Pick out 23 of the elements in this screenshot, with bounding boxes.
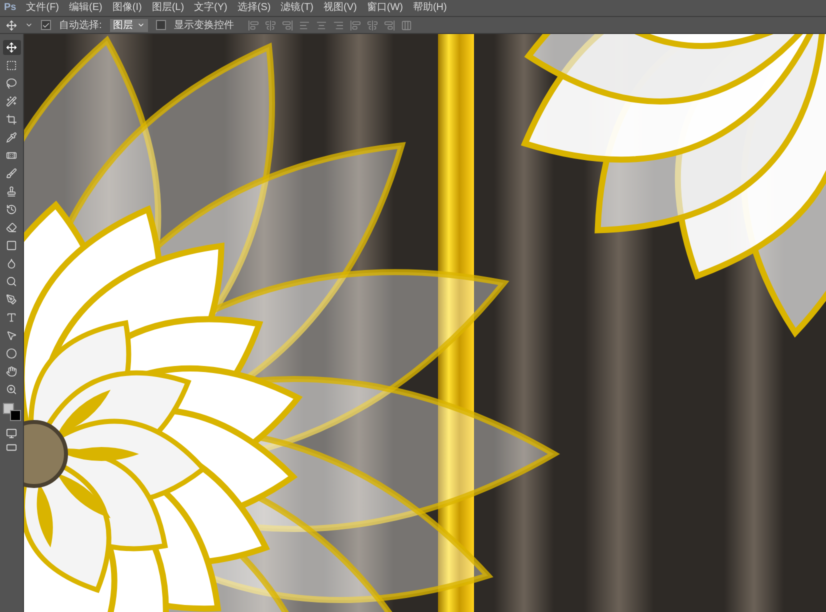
target-dropdown[interactable]: 图层 [110, 18, 148, 32]
auto-select-checkbox[interactable] [41, 20, 51, 30]
menu-item[interactable]: 视图(V) [324, 3, 357, 13]
menu-item[interactable]: 编辑(E) [69, 3, 102, 13]
caret-icon[interactable] [25, 21, 33, 29]
menu-item[interactable]: 图像(I) [112, 3, 142, 13]
menu-item[interactable]: 选择(S) [237, 3, 271, 13]
auto-select-label: 自动选择: [59, 18, 102, 32]
move-tool-icon[interactable] [6, 20, 17, 30]
screen-mode-icon[interactable] [6, 428, 17, 439]
menu-item[interactable]: 图层(L) [152, 3, 184, 13]
app-logo: Ps [4, 3, 16, 13]
color-swatches-icon[interactable] [2, 403, 20, 421]
move-tool-icon[interactable] [2, 40, 20, 55]
quick-mask-icon[interactable] [6, 442, 17, 453]
show-transform-label: 显示变换控件 [174, 18, 234, 32]
menu-item[interactable]: 窗口(W) [366, 3, 403, 13]
menu-item[interactable]: 滤镜(T) [280, 3, 314, 13]
menu-item[interactable]: 帮助(H) [412, 3, 447, 13]
caret-icon [136, 21, 145, 29]
menu-item[interactable]: 文件(F) [26, 3, 60, 13]
show-transform-checkbox[interactable] [156, 20, 166, 30]
menu-item[interactable]: 文字(Y) [194, 3, 228, 13]
